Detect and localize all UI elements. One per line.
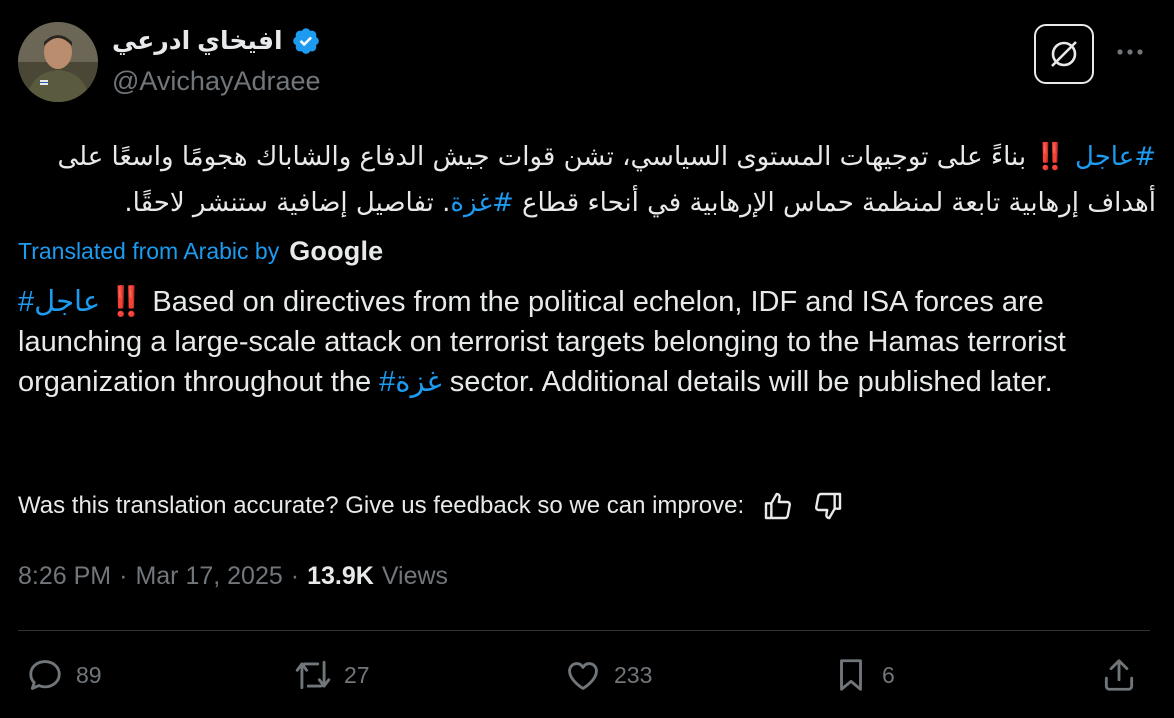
verified-badge-icon [292,28,319,54]
feedback-prompt: Was this translation accurate? Give us f… [18,492,745,519]
hashtag-gaza-link[interactable]: #غزة [450,188,513,218]
tweet-text-arabic: #عاجل ‼️ بناءً على توجيهات المستوى السيا… [18,134,1156,226]
like-button[interactable]: 233 [564,656,652,694]
meta-separator: · [119,562,128,590]
tweet-meta: 8:26 PM · Mar 17, 2025 · 13.9K Views [18,562,448,591]
translation-feedback: Was this translation accurate? Give us f… [18,490,844,522]
translation-attribution: Translated from Arabic by Google [18,236,383,267]
author-display-name[interactable]: افيخاي ادرعي [112,26,283,56]
hashtag-urgent-link[interactable]: #عاجل [1075,142,1156,172]
grok-button[interactable] [1034,24,1094,84]
like-icon [568,662,598,690]
hashtag-urgent-link-translated[interactable]: #عاجل [18,286,100,318]
arabic-text-part2: . تفاصيل إضافية ستنشر لاحقًا. [124,188,451,218]
bookmark-button[interactable]: 6 [832,656,895,694]
tweet-time[interactable]: 8:26 PM [18,562,111,591]
share-icon [1104,659,1134,691]
reply-count: 89 [76,661,102,688]
repost-count: 27 [344,661,370,688]
double-exclamation-emoji-translated: ‼️ [108,286,145,318]
grok-icon [1051,41,1077,67]
tweet-date[interactable]: Mar 17, 2025 [135,562,282,591]
views-count: 13.9K [307,562,374,590]
divider [18,630,1150,631]
translated-from-label[interactable]: Translated from Arabic by [18,238,279,265]
avatar-image [18,22,98,102]
repost-icon [295,660,331,690]
bookmark-icon [840,659,862,691]
hashtag-gaza-link-translated[interactable]: #غزة [379,366,442,398]
thumbs-up-icon[interactable] [762,490,794,522]
reply-icon [29,660,61,690]
meta-separator: · [290,562,300,590]
views-label: Views [381,562,449,590]
more-icon[interactable] [1112,40,1148,64]
share-button[interactable] [1100,656,1138,694]
double-exclamation-emoji: ‼️ [1034,142,1067,172]
repost-button[interactable]: 27 [294,656,370,694]
reply-button[interactable]: 89 [26,656,102,694]
like-count: 233 [614,661,653,688]
bookmark-count: 6 [882,661,895,688]
google-logo: Google [289,236,384,266]
thumbs-down-icon[interactable] [812,490,844,522]
avatar[interactable] [18,22,98,102]
author-handle[interactable]: @AvichayAdraee [112,66,321,97]
author-name-row[interactable]: افيخاي ادرعي [112,26,321,56]
tweet-text-translation: #عاجل ‼️ Based on directives from the po… [18,282,1158,402]
translation-part2: sector. Additional details will be publi… [441,366,1053,398]
